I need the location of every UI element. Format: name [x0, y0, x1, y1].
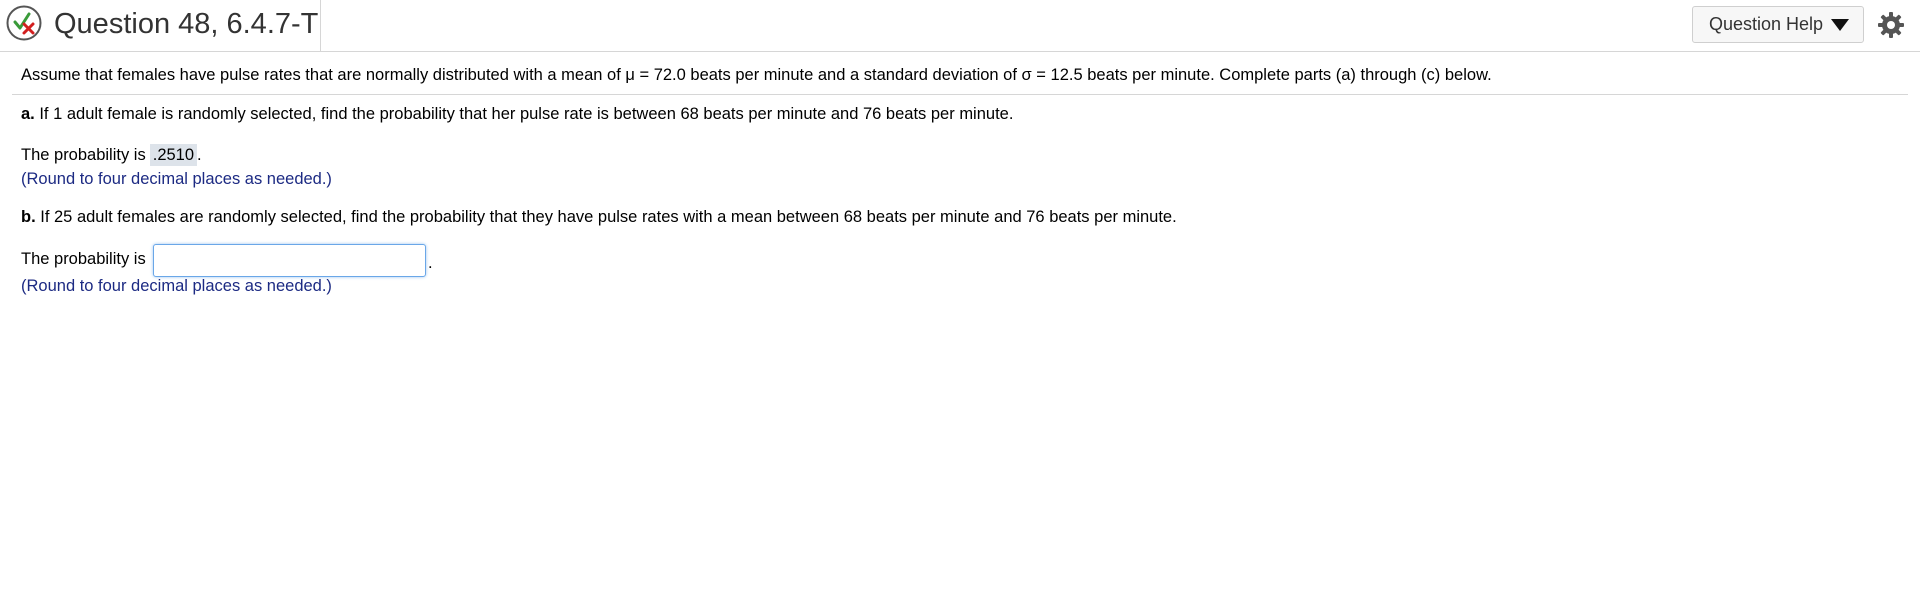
- part-b-answer-suffix: .: [428, 254, 433, 272]
- question-help-button[interactable]: Question Help: [1692, 6, 1864, 43]
- part-a-label: a.: [21, 105, 35, 123]
- title-divider: [320, 0, 321, 51]
- stem-divider: [12, 94, 1908, 95]
- caret-down-icon: [1831, 18, 1850, 31]
- part-a-answer-line: The probability is .2510.: [21, 144, 202, 166]
- check-x-icon: [6, 5, 42, 41]
- part-b-answer-input[interactable]: [153, 244, 426, 277]
- question-help-label: Question Help: [1709, 14, 1824, 34]
- problem-stem: Assume that females have pulse rates tha…: [21, 66, 1492, 84]
- question-title: Question 48, 6.4.7-T: [54, 8, 319, 40]
- part-a-answer-suffix: .: [197, 146, 202, 164]
- part-b-label: b.: [21, 208, 36, 226]
- part-b-answer-prefix: The probability is: [21, 250, 146, 268]
- part-a-hint: (Round to four decimal places as needed.…: [21, 170, 332, 188]
- part-a-question-text: If 1 adult female is randomly selected, …: [34, 105, 1014, 123]
- gear-icon[interactable]: [1877, 11, 1905, 39]
- part-a-question: a. If 1 adult female is randomly selecte…: [21, 103, 1013, 125]
- part-b-question: b. If 25 adult females are randomly sele…: [21, 206, 1177, 228]
- part-b-question-text: If 25 adult females are randomly selecte…: [35, 208, 1177, 226]
- part-a-answer-value[interactable]: .2510: [149, 144, 198, 166]
- part-b-hint: (Round to four decimal places as needed.…: [21, 277, 332, 295]
- question-header: Question 48, 6.4.7-T Question Help: [0, 0, 1920, 52]
- part-a-answer-prefix: The probability is: [21, 146, 146, 164]
- question-page: Question 48, 6.4.7-T Question Help Assum…: [0, 0, 1920, 608]
